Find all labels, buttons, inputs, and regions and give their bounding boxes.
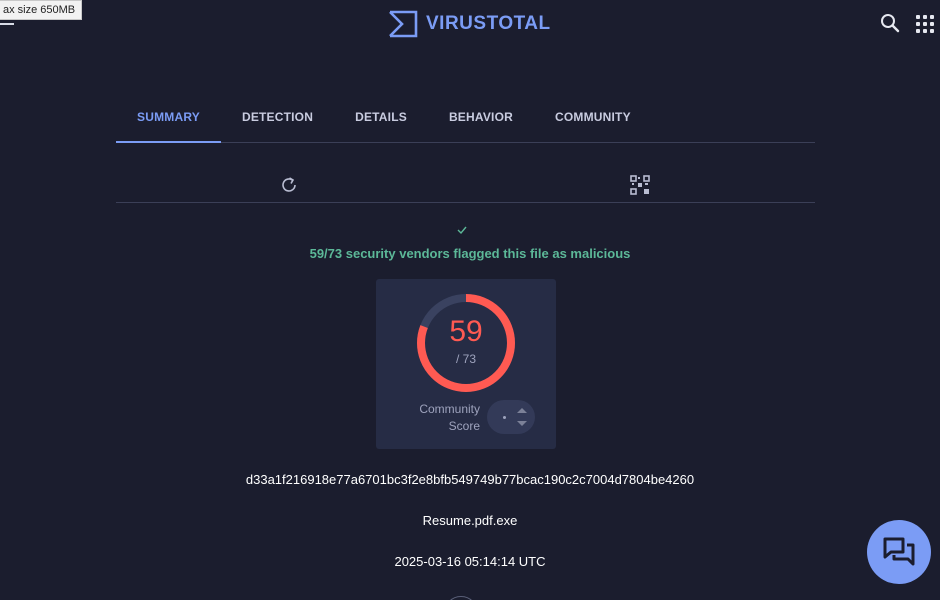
detection-count: 59 [449, 315, 483, 348]
qr-code-icon[interactable] [630, 175, 650, 195]
tab-details[interactable]: DETAILS [334, 100, 428, 142]
downvote-icon[interactable] [517, 421, 527, 426]
apps-grid-icon[interactable] [916, 15, 934, 33]
reload-icon[interactable] [280, 176, 298, 194]
report-tabs: SUMMARY DETECTION DETAILS BEHAVIOR COMMU… [116, 100, 815, 143]
virustotal-page: ax size 650MB VIRUSTOTAL SUMMARY DETECTI… [0, 0, 940, 600]
community-vote-control[interactable] [487, 400, 535, 434]
max-size-tooltip: ax size 650MB [0, 0, 83, 20]
community-score-value [503, 416, 506, 419]
search-icon[interactable] [880, 13, 900, 33]
file-type-icon [444, 596, 478, 600]
virustotal-logo[interactable]: VIRUSTOTAL [388, 10, 551, 38]
detection-score-card: 59 / 73 Community Score [376, 279, 556, 449]
tab-community[interactable]: COMMUNITY [534, 100, 652, 142]
brand-name: VIRUSTOTAL [426, 13, 551, 34]
community-score-label: Community Score [419, 402, 480, 433]
detection-verdict: 59/73 security vendors flagged this file… [309, 246, 631, 261]
chat-button[interactable] [867, 520, 931, 584]
chat-icon [883, 537, 915, 566]
file-name: Resume.pdf.exe [422, 513, 518, 528]
check-icon [457, 226, 467, 235]
tab-behavior[interactable]: BEHAVIOR [428, 100, 534, 142]
upvote-icon[interactable] [517, 408, 527, 413]
action-bar [116, 165, 815, 203]
file-hash[interactable]: d33a1f216918e77a6701bc3f2e8bfb549749b77b… [0, 472, 940, 487]
tab-detection[interactable]: DETECTION [221, 100, 334, 142]
analysis-date: 2025-03-16 05:14:14 UTC [394, 554, 546, 569]
virustotal-logo-icon [389, 10, 418, 38]
detection-total: / 73 [455, 352, 476, 366]
tab-summary[interactable]: SUMMARY [116, 100, 221, 143]
